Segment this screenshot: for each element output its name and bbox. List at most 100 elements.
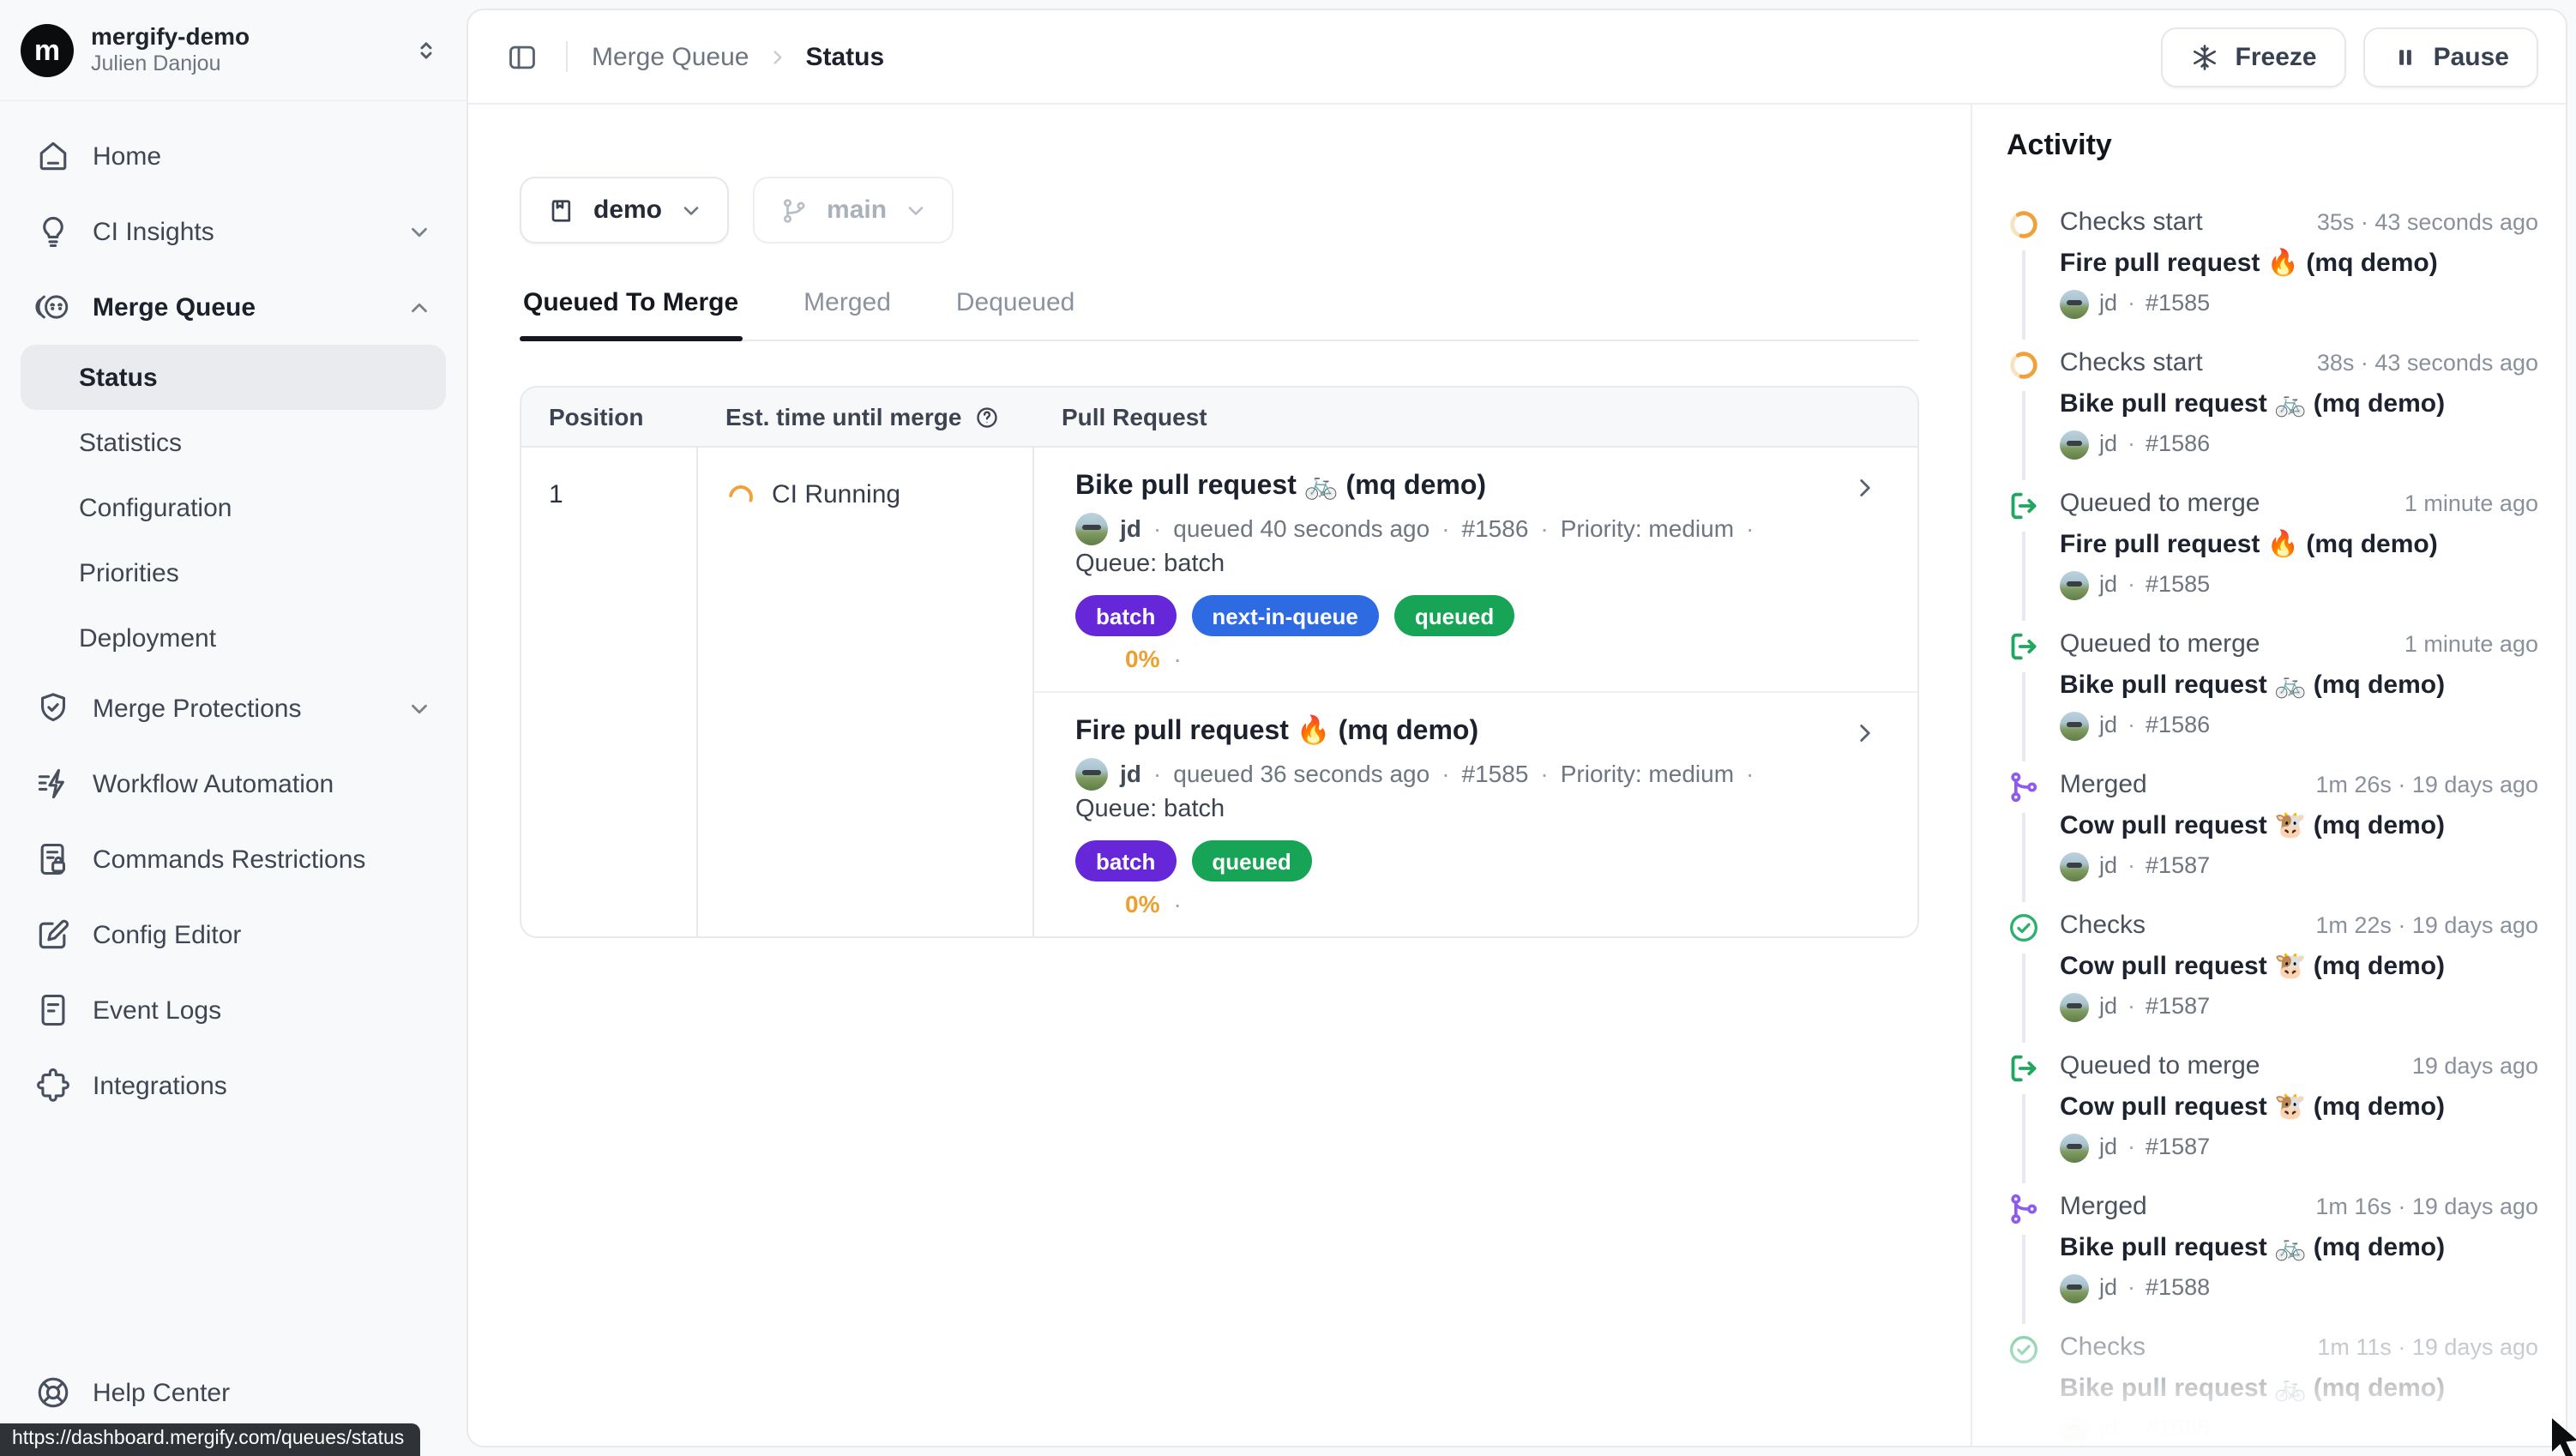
chevron-down-icon: [406, 695, 432, 721]
activity-time: 1m 22s · 19 days ago: [2315, 909, 2538, 943]
col-pull-request: Pull Request: [1034, 388, 1917, 446]
avatar: [1075, 757, 1108, 790]
topbar: Merge Queue Status Freeze Pause: [468, 10, 2566, 105]
activity-author: jd: [2099, 849, 2117, 883]
activity-item: Checks start38s · 43 seconds ago Bike pu…: [2007, 346, 2538, 461]
freeze-button[interactable]: Freeze: [2162, 27, 2346, 87]
activity-time: 1m 16s · 19 days ago: [2315, 1190, 2538, 1224]
breadcrumb-page: Status: [805, 42, 884, 71]
chevron-right-icon[interactable]: [1851, 719, 1880, 748]
col-est-time: Est. time until merge: [698, 388, 1034, 446]
sidebar-item-ci-insights[interactable]: CI Insights: [21, 194, 446, 269]
sidebar-item-status[interactable]: Status: [21, 345, 446, 410]
pr-number: #1586: [1462, 511, 1529, 545]
avatar: [2060, 289, 2089, 318]
org-switcher[interactable]: m mergify-demo Julien Danjou: [0, 0, 466, 101]
activity-panel: Activity Checks start35s · 43 seconds ag…: [1971, 105, 2566, 1446]
pause-icon: [2392, 44, 2418, 69]
sidebar-item-home[interactable]: Home: [21, 118, 446, 194]
mergify-dashboard: m mergify-demo Julien Danjou Home CI Ins: [0, 0, 2576, 1456]
queued-to-merge-icon: [2007, 1051, 2041, 1086]
sidebar-item-statistics[interactable]: Statistics: [21, 410, 446, 475]
tab-merged[interactable]: Merged: [800, 288, 894, 340]
sidebar-item-event-logs[interactable]: Event Logs: [21, 972, 446, 1048]
sidebar-item-configuration[interactable]: Configuration: [21, 475, 446, 540]
branch-select[interactable]: main: [753, 177, 954, 244]
pr-title[interactable]: Bike pull request 🚲 (mq demo): [1075, 470, 1876, 504]
sidebar-toggle-button[interactable]: [499, 33, 545, 80]
pr-priority: Priority: medium: [1561, 756, 1734, 791]
activity-pr-title[interactable]: Cow pull request 🐮 (mq demo): [2060, 1089, 2538, 1127]
sidebar-item-workflow-automation[interactable]: Workflow Automation: [21, 746, 446, 821]
pr-title[interactable]: Fire pull request 🔥 (mq demo): [1075, 715, 1876, 749]
ci-running-label: CI Running: [772, 480, 900, 509]
pull-request-row[interactable]: Bike pull request 🚲 (mq demo) jd · queue…: [1034, 448, 1917, 691]
badge-next-in-queue: next-in-queue: [1191, 595, 1378, 636]
checks-start-spinner-icon: [2007, 208, 2041, 242]
repository-icon: [545, 195, 576, 226]
repository-select[interactable]: demo: [520, 177, 729, 244]
sidebar-item-merge-protections[interactable]: Merge Protections: [21, 671, 446, 746]
activity-item: Checks start 35s · 43 seconds ago Fire pu…: [2007, 206, 2538, 321]
tab-dequeued[interactable]: Dequeued: [953, 288, 1078, 340]
activity-pr-title[interactable]: Cow pull request 🐮 (mq demo): [2060, 808, 2538, 845]
position-cell: 1: [521, 448, 698, 936]
tab-queued-to-merge[interactable]: Queued To Merge: [520, 288, 742, 340]
col-position: Position: [521, 388, 698, 446]
activity-pr-title[interactable]: Bike pull request 🚲 (mq demo): [2060, 1230, 2538, 1267]
avatar: [2060, 992, 2089, 1021]
sidebar-item-config-editor[interactable]: Config Editor: [21, 897, 446, 972]
pr-queued-time: queued 40 seconds ago: [1173, 511, 1429, 545]
breadcrumb-section[interactable]: Merge Queue: [592, 42, 749, 71]
activity-pr-title[interactable]: Bike pull request 🚲 (mq demo): [2060, 667, 2538, 705]
activity-author: jd: [2099, 427, 2117, 461]
git-merge-icon: [2007, 1192, 2041, 1226]
breadcrumb: Merge Queue Status: [592, 42, 884, 71]
activity-item: Checks1m 22s · 19 days ago Cow pull requ…: [2007, 909, 2538, 1024]
activity-label: Checks start: [2060, 206, 2203, 240]
activity-pr-title[interactable]: Cow pull request 🐮 (mq demo): [2060, 948, 2538, 986]
activity-pr-number: #1587: [2146, 1130, 2210, 1164]
sidebar-item-label: Commands Restrictions: [93, 845, 432, 874]
activity-item: Merged1m 26s · 19 days ago Cow pull requ…: [2007, 768, 2538, 883]
lightbulb-icon: [34, 213, 72, 250]
queued-to-merge-icon: [2007, 489, 2041, 523]
unfold-icon: [413, 37, 439, 63]
sidebar-nav: Home CI Insights Merge Queue: [0, 101, 466, 1355]
chevron-right-icon[interactable]: [1851, 473, 1880, 502]
merge-queue-icon: [34, 288, 72, 326]
pull-request-cell: Bike pull request 🚲 (mq demo) jd · queue…: [1034, 448, 1917, 936]
sidebar-item-label: CI Insights: [93, 217, 386, 246]
pull-request-row[interactable]: Fire pull request 🔥 (mq demo) jd · queue…: [1034, 691, 1917, 936]
activity-pr-title[interactable]: Bike pull request 🚲 (mq demo): [2060, 386, 2538, 424]
activity-pr-title[interactable]: Fire pull request 🔥 (mq demo): [2060, 245, 2538, 283]
sidebar-item-priorities[interactable]: Priorities: [21, 540, 446, 605]
sidebar-item-label: Merge Protections: [93, 694, 386, 723]
sidebar-item-merge-queue[interactable]: Merge Queue: [21, 269, 446, 345]
snowflake-icon: [2191, 42, 2220, 71]
avatar: [2060, 570, 2089, 599]
sidebar-item-integrations[interactable]: Integrations: [21, 1048, 446, 1123]
activity-time: 35s · 43 seconds ago: [2317, 206, 2538, 240]
pause-button[interactable]: Pause: [2363, 27, 2538, 87]
activity-pr-number: #1586: [2146, 708, 2210, 743]
activity-pr-title[interactable]: Bike pull request 🚲 (mq demo): [2060, 1370, 2538, 1408]
pr-author: jd: [1120, 511, 1141, 545]
queue-table-header: Position Est. time until merge Pull Requ…: [521, 388, 1917, 448]
sidebar-item-commands-restrictions[interactable]: Commands Restrictions: [21, 821, 446, 897]
sidebar-item-label: Integrations: [93, 1071, 432, 1100]
pr-queued-time: queued 36 seconds ago: [1173, 756, 1429, 791]
help-center-link[interactable]: Help Center: [21, 1355, 446, 1430]
sidebar-item-deployment[interactable]: Deployment: [21, 605, 446, 671]
activity-pr-title[interactable]: Fire pull request 🔥 (mq demo): [2060, 526, 2538, 564]
workflow-zap-icon: [34, 765, 72, 803]
mergify-logo: m: [21, 23, 74, 76]
pr-author: jd: [1120, 756, 1141, 791]
sidebar-item-label: Workflow Automation: [93, 769, 432, 798]
help-circle-icon[interactable]: [973, 404, 999, 430]
queue-table: Position Est. time until merge Pull Requ…: [520, 386, 1919, 938]
queue-table-body: 1 CI Running Bike pull request 🚲 (mq dem…: [521, 448, 1917, 936]
file-lock-icon: [34, 840, 72, 878]
activity-pr-number: #1587: [2146, 990, 2210, 1024]
activity-author: jd: [2099, 1130, 2117, 1164]
